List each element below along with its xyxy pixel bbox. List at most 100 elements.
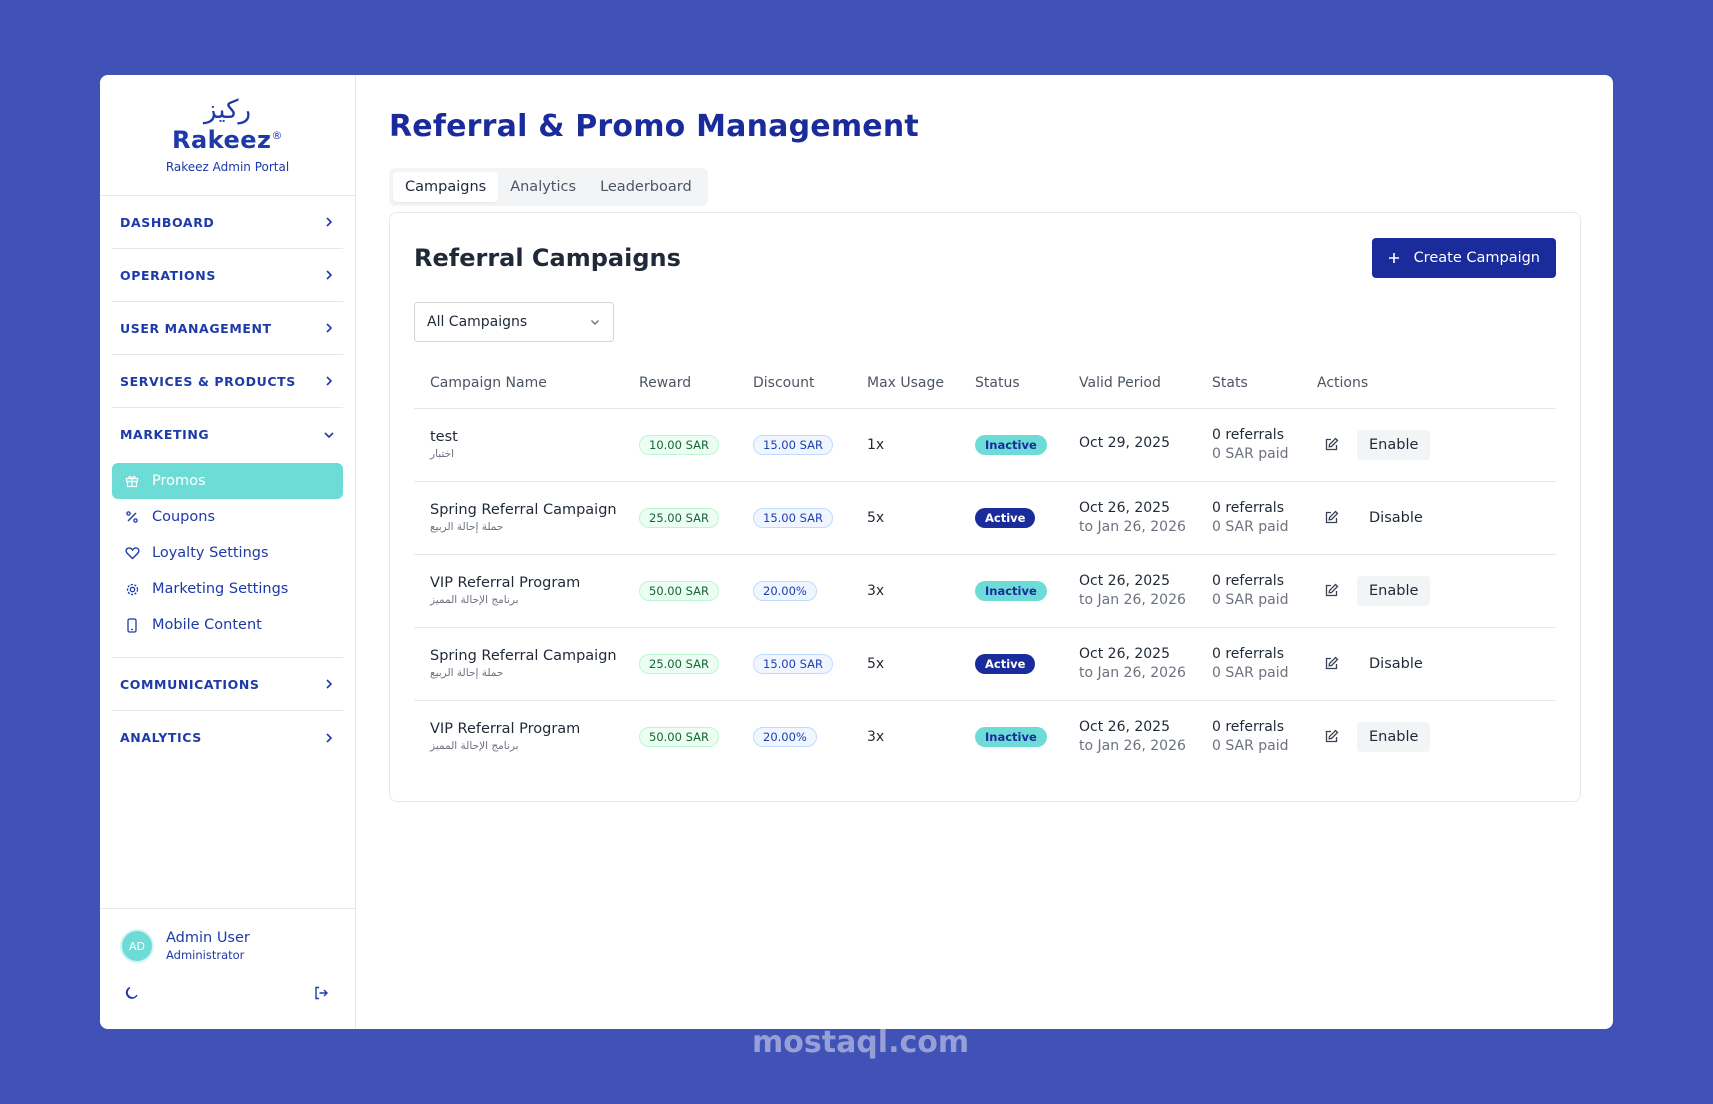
discount-badge: 20.00% [753,580,817,601]
portal-subtitle: Rakeez Admin Portal [165,160,290,174]
tab-campaigns[interactable]: Campaigns [393,172,499,202]
stats-cell: 0 referrals 0 SAR paid [1196,700,1301,773]
reward-badge: 10.00 SAR [639,434,719,455]
edit-icon[interactable] [1317,431,1345,459]
sidebar-item-label: Promos [152,473,206,489]
campaign-name: Spring Referral Campaign [430,648,617,664]
sidebar: ركيز Rakeez® Rakeez Admin Portal DASHBOA… [100,75,356,1029]
campaign-filter-select[interactable]: All Campaigns [414,302,614,342]
period-start: Oct 26, 2025 [1079,573,1170,589]
reward-badge: 50.00 SAR [639,726,719,747]
table-row: VIP Referral Program برنامج الإحالة المم… [414,700,1556,773]
period-start: Oct 26, 2025 [1079,719,1170,736]
status-cell: Inactive [959,700,1063,773]
toggle-campaign-button[interactable]: Enable [1357,721,1431,752]
chevron-right-icon [326,679,333,689]
campaign-name-arabic: حملة إحالة الربيع [430,667,504,679]
status-cell: Inactive [959,408,1063,482]
status-badge: Inactive [975,726,1047,747]
campaign-name-cell: test اختبار [414,408,623,482]
period-start: Oct 26, 2025 [1079,500,1170,516]
edit-icon[interactable] [1317,504,1345,532]
sidebar-item-marketing-settings[interactable]: Marketing Settings [112,571,343,607]
actions-cell: Disable [1301,481,1556,555]
sidebar-item-loyalty-settings[interactable]: Loyalty Settings [112,535,343,571]
edit-icon[interactable] [1317,650,1345,678]
max-usage-cell: 3x [867,728,885,745]
valid-period-cell: Oct 26, 2025 to Jan 26, 2026 [1063,700,1196,773]
marketing-submenu: Promos Coupons Loyalty Settings Marketin… [112,461,343,658]
status-cell: Active [959,627,1063,701]
nav-section-label: USER MANAGEMENT [120,320,272,336]
nav-section-label: COMMUNICATIONS [120,676,260,692]
max-usage-cell: 5x [851,627,959,701]
user-actions [120,985,335,1003]
nav-section-communications[interactable]: COMMUNICATIONS [112,658,343,711]
period-start: Oct 26, 2025 [1079,646,1170,662]
tab-leaderboard[interactable]: Leaderboard [588,172,704,202]
user-role: Administrator [166,948,245,962]
user-row[interactable]: AD Admin User Administrator [120,929,335,963]
toggle-campaign-button[interactable]: Disable [1357,649,1435,679]
edit-icon[interactable] [1317,723,1345,751]
referral-count: 0 referrals [1212,427,1284,443]
sidebar-item-mobile-content[interactable]: Mobile Content [112,607,343,643]
toggle-campaign-button[interactable]: Disable [1357,503,1435,533]
max-usage-cell: 5x [851,481,959,555]
chevron-right-icon [326,217,333,227]
max-usage-cell: 3x [851,554,959,628]
moon-icon[interactable] [124,985,142,1003]
logout-icon[interactable] [313,985,331,1003]
registered-mark: ® [271,129,283,142]
campaign-name-arabic: برنامج الإحالة المميز [430,740,519,753]
actions-cell: Disable [1301,627,1556,701]
paid-amount: 0 SAR paid [1212,592,1289,608]
period-end: to Jan 26, 2026 [1079,665,1186,681]
nav-section-dashboard[interactable]: DASHBOARD [112,196,343,249]
chevron-right-icon [326,323,333,333]
column-header: Discount [737,358,851,409]
toggle-campaign-button[interactable]: Enable [1357,429,1431,460]
sidebar-item-label: Mobile Content [152,617,262,633]
campaigns-table: Campaign Name Reward Discount Max Usage … [414,358,1556,773]
watermark-english: mostaql.com [752,1025,970,1060]
actions-cell: Enable [1301,554,1556,628]
toggle-campaign-button[interactable]: Enable [1357,575,1431,606]
nav-section-user-management[interactable]: USER MANAGEMENT [112,302,343,355]
edit-icon[interactable] [1317,577,1345,605]
chevron-down-icon [324,431,334,438]
plus-icon [1388,253,1399,263]
stats-cell: 0 referrals 0 SAR paid [1196,627,1301,701]
tab-analytics[interactable]: Analytics [498,172,588,202]
period-start: Oct 29, 2025 [1079,435,1170,451]
valid-period-cell: Oct 26, 2025 to Jan 26, 2026 [1063,627,1196,701]
sidebar-item-coupons[interactable]: Coupons [112,499,343,535]
campaign-name-cell: Spring Referral Campaign حملة إحالة الرب… [414,481,623,555]
referral-count: 0 referrals [1212,719,1284,736]
sidebar-item-promos[interactable]: Promos [112,463,343,499]
column-header: Actions [1301,358,1556,409]
actions-cell: Enable [1301,408,1556,482]
card-header: Referral Campaigns Create Campaign [414,238,1556,278]
nav-section-operations[interactable]: OPERATIONS [112,249,343,302]
column-header: Reward [623,358,737,409]
referral-count: 0 referrals [1212,500,1284,516]
nav-section-marketing[interactable]: MARKETING [112,408,343,461]
nav-section-services-products[interactable]: SERVICES & PRODUCTS [112,355,343,408]
status-badge: Active [975,507,1036,528]
phone-icon [124,617,140,633]
paid-amount: 0 SAR paid [1212,446,1289,462]
create-campaign-button[interactable]: Create Campaign [1371,238,1556,278]
campaign-filter-value: All Campaigns [427,314,528,330]
period-end: to Jan 26, 2026 [1079,592,1186,608]
gear-icon [124,581,140,597]
discount-cell: 20.00% [737,700,851,773]
campaigns-card: Referral Campaigns Create Campaign All C… [389,212,1581,802]
paid-amount: 0 SAR paid [1212,665,1289,681]
stats-cell: 0 referrals 0 SAR paid [1196,408,1301,482]
campaign-name-arabic: حملة إحالة الربيع [430,521,504,533]
table-row: Spring Referral Campaign حملة إحالة الرب… [414,481,1556,555]
nav-section-analytics[interactable]: ANALYTICS [112,711,343,764]
campaign-name-cell: VIP Referral Program برنامج الإحالة المم… [414,700,623,773]
campaign-name-arabic: برنامج الإحالة المميز [430,594,519,606]
